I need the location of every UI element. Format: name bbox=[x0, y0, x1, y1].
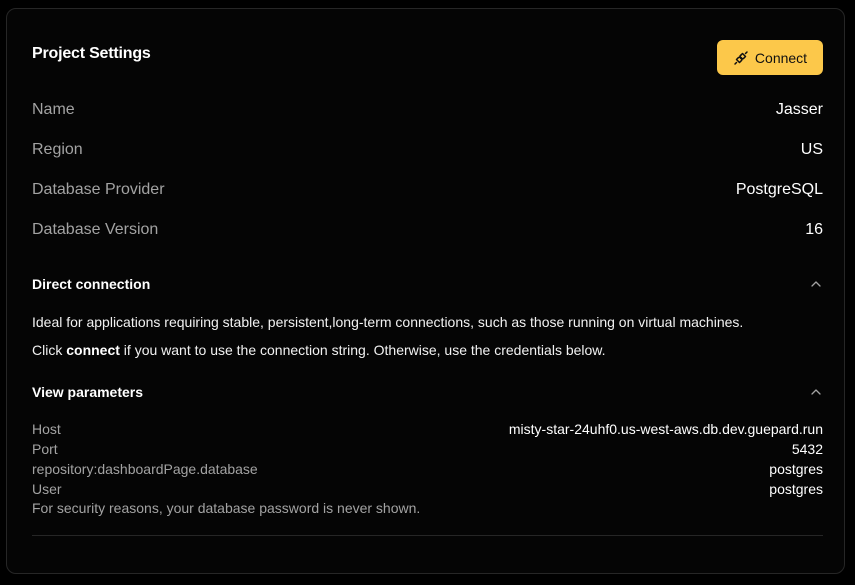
info-row-version: Database Version 16 bbox=[32, 221, 823, 239]
info-row-name: Name Jasser bbox=[32, 101, 823, 119]
param-label: Host bbox=[32, 421, 61, 437]
section-title: Direct connection bbox=[32, 276, 151, 292]
param-row-host: Host misty-star-24uhf0.us-west-aws.db.de… bbox=[32, 419, 823, 439]
param-row-user: User postgres bbox=[32, 479, 823, 499]
divider bbox=[32, 535, 823, 536]
chevron-up-icon[interactable] bbox=[809, 277, 823, 291]
info-row-region: Region US bbox=[32, 141, 823, 159]
direct-connection-description: Ideal for applications requiring stable,… bbox=[32, 314, 744, 330]
info-value: Jasser bbox=[775, 101, 823, 118]
param-row-port: Port 5432 bbox=[32, 439, 823, 459]
param-label: Port bbox=[32, 441, 58, 457]
connect-button-label: Connect bbox=[754, 49, 808, 66]
info-value: PostgreSQL bbox=[735, 181, 823, 198]
param-value: postgres bbox=[769, 481, 823, 497]
connect-button[interactable]: Connect bbox=[717, 40, 823, 75]
param-label: repository:dashboardPage.database bbox=[32, 461, 258, 477]
section-title: View parameters bbox=[32, 384, 144, 400]
info-label: Region bbox=[32, 141, 83, 158]
param-value: postgres bbox=[769, 461, 823, 477]
info-label: Name bbox=[32, 101, 75, 118]
plug-icon bbox=[733, 50, 749, 66]
param-row-database: repository:dashboardPage.database postgr… bbox=[32, 459, 823, 479]
hint-connect-word: connect bbox=[66, 342, 120, 358]
project-settings-card: Project Settings Connect Name Jasser Reg… bbox=[6, 8, 845, 574]
info-label: Database Provider bbox=[32, 181, 165, 198]
param-value: misty-star-24uhf0.us-west-aws.db.dev.gue… bbox=[508, 421, 823, 437]
hint-suffix: if you want to use the connection string… bbox=[119, 342, 606, 358]
param-value: 5432 bbox=[791, 441, 823, 457]
param-label: User bbox=[32, 481, 62, 497]
direct-connection-header[interactable]: Direct connection bbox=[32, 276, 823, 292]
info-value: US bbox=[800, 141, 823, 158]
password-security-note: For security reasons, your database pass… bbox=[32, 500, 421, 516]
view-parameters-header[interactable]: View parameters bbox=[32, 384, 823, 400]
direct-connection-hint: Click connect if you want to use the con… bbox=[32, 342, 606, 358]
chevron-up-icon[interactable] bbox=[809, 385, 823, 399]
info-row-provider: Database Provider PostgreSQL bbox=[32, 181, 823, 199]
page-title: Project Settings bbox=[32, 45, 151, 62]
info-value: 16 bbox=[805, 221, 823, 238]
info-label: Database Version bbox=[32, 221, 159, 238]
hint-prefix: Click bbox=[32, 342, 67, 358]
